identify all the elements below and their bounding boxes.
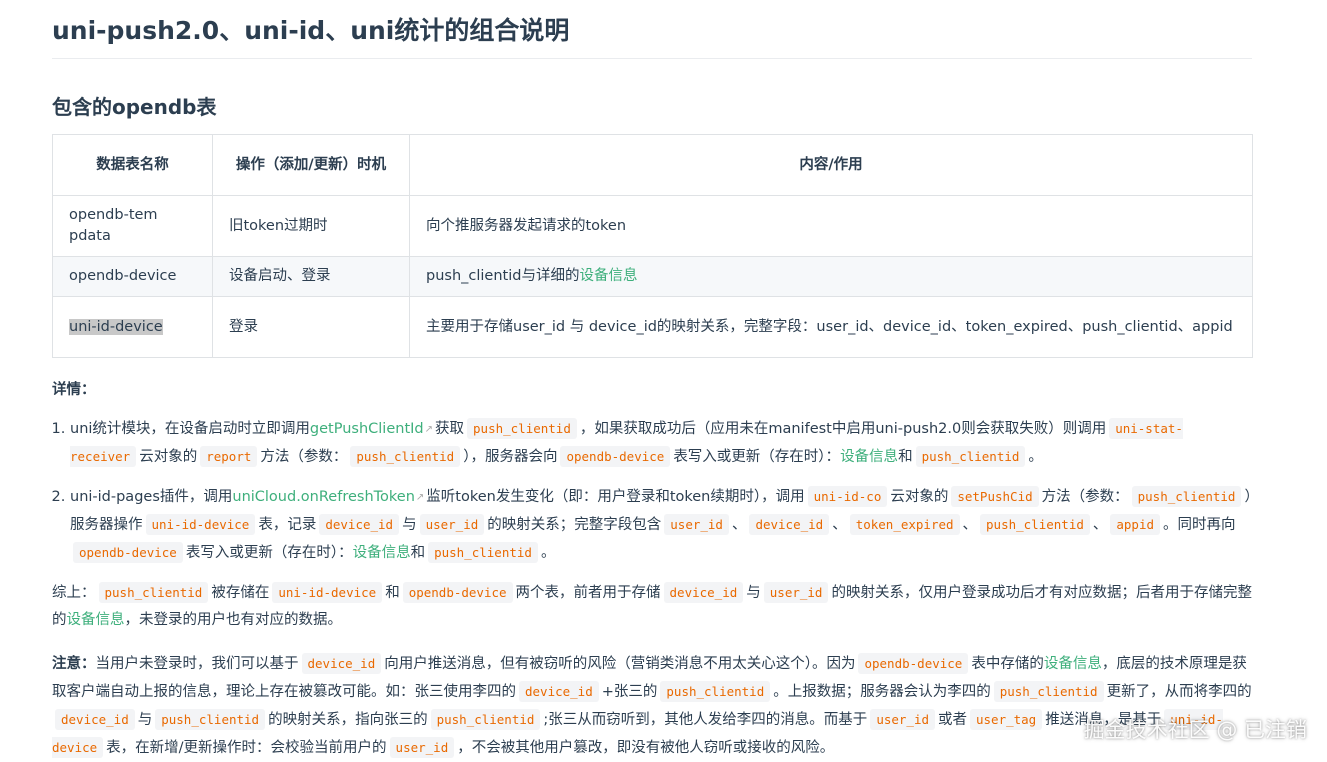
inline-code: device_id: [55, 709, 135, 730]
highlighted-text: uni-id-device: [69, 318, 163, 335]
inline-code: opendb-device: [73, 542, 183, 563]
device-info-link[interactable]: 设备信息: [67, 612, 125, 628]
note-paragraph: 注意：当用户未登录时，我们可以基于 device_id 向用户推送消息，但有被窃听的…: [52, 650, 1252, 762]
summary-paragraph: 综上： push_clientid 被存储在 uni-id-device 和 opendb…: [52, 579, 1252, 634]
device-info-link[interactable]: 设备信息: [840, 449, 898, 465]
inline-code: device_id: [519, 681, 599, 702]
table-header: 数据表名称: [52, 134, 213, 196]
table-cell: opendb-tempdata: [52, 195, 213, 257]
inline-code: device_id: [663, 582, 744, 603]
list-item: uni-id-pages插件，调用uniCloud.onRefreshToken…: [70, 483, 1252, 567]
list-item: uni统计模块，在设备启动时立即调用getPushClientId↗获取push…: [70, 415, 1252, 471]
inline-code: uni-id-device: [272, 582, 383, 603]
table-cell: opendb-device: [52, 256, 213, 297]
inline-code: push_clientid: [428, 542, 538, 563]
table-row: opendb-device 设备启动、登录 push_clientid与详细的设…: [52, 256, 1253, 297]
inline-code: push_clientid: [993, 681, 1104, 702]
table-cell: 登录: [212, 296, 410, 358]
inline-code: uni-id-co: [807, 486, 888, 507]
inline-code: push_clientid: [1131, 486, 1242, 507]
inline-code: push_clientid: [467, 418, 577, 439]
inline-code: user_id: [763, 582, 829, 603]
table-header: 操作（添加/更新）时机: [212, 134, 410, 196]
cell-text: push_clientid与详细的: [426, 268, 580, 284]
inline-code: report: [200, 446, 258, 467]
device-info-link[interactable]: 设备信息: [1044, 656, 1102, 672]
table-cell: 主要用于存储user_id 与 device_id的映射关系，完整字段：user…: [409, 296, 1253, 358]
inline-code: push_clientid: [915, 446, 1026, 467]
inline-code: push_clientid: [350, 446, 461, 467]
inline-code: opendb-device: [858, 653, 969, 674]
inline-code: opendb-device: [402, 582, 513, 603]
table-name-text: opendb-tempdata: [69, 207, 158, 244]
table-cell: 设备启动、登录: [212, 256, 410, 297]
inline-code: push_clientid: [980, 514, 1090, 535]
inline-code: push_clientid: [430, 709, 541, 730]
document: uni-push2.0、uni-id、uni统计的组合说明 包含的opendb表…: [52, 0, 1253, 762]
table-cell: 向个推服务器发起请求的token: [409, 195, 1253, 257]
inline-code: user_id: [870, 709, 935, 730]
page-title: uni-push2.0、uni-id、uni统计的组合说明: [52, 0, 1252, 59]
onrefreshtoken-link[interactable]: uniCloud.onRefreshToken: [232, 489, 415, 505]
inline-code: device_id: [301, 653, 382, 674]
inline-code: device_id: [319, 514, 400, 535]
table-cell: 旧token过期时: [212, 195, 410, 257]
inline-code: token_expired: [849, 514, 960, 535]
inline-code: device_id: [749, 514, 830, 535]
details-label: 详情：: [52, 382, 96, 398]
note-label: 注意：: [52, 656, 96, 672]
inline-code: push_clientid: [660, 681, 771, 702]
external-link-icon: ↗: [415, 492, 425, 503]
inline-code: setPushCid: [951, 486, 1039, 507]
table-cell: push_clientid与详细的设备信息: [409, 256, 1253, 297]
inline-code: user_id: [664, 514, 729, 535]
table-header-row: 数据表名称 操作（添加/更新）时机 内容/作用: [52, 134, 1253, 196]
device-info-link[interactable]: 设备信息: [353, 545, 411, 561]
inline-code: uni-id-device: [145, 514, 256, 535]
table-header: 内容/作用: [409, 134, 1253, 196]
table-row: opendb-tempdata 旧token过期时 向个推服务器发起请求的tok…: [52, 195, 1253, 257]
inline-code: appid: [1110, 514, 1161, 535]
details-list: uni统计模块，在设备启动时立即调用getPushClientId↗获取push…: [52, 415, 1252, 567]
inline-code: push_clientid: [155, 709, 266, 730]
inline-code: user_id: [419, 514, 485, 535]
table-row: uni-id-device 登录 主要用于存储user_id 与 device_…: [52, 296, 1253, 358]
inline-code: push_clientid: [98, 582, 209, 603]
watermark: 掘金技术社区 @ 已注销: [1083, 718, 1307, 742]
inline-code: opendb-device: [560, 446, 671, 467]
inline-code: user_id: [389, 737, 455, 758]
external-link-icon: ↗: [424, 424, 434, 435]
table-cell: uni-id-device: [52, 296, 213, 358]
opendb-table: 数据表名称 操作（添加/更新）时机 内容/作用 opendb-tempdata …: [52, 134, 1253, 358]
inline-code: user_tag: [970, 709, 1043, 730]
section-title: 包含的opendb表: [52, 95, 217, 119]
getpushclientid-link[interactable]: getPushClientId: [310, 421, 424, 437]
device-info-link[interactable]: 设备信息: [579, 268, 637, 284]
